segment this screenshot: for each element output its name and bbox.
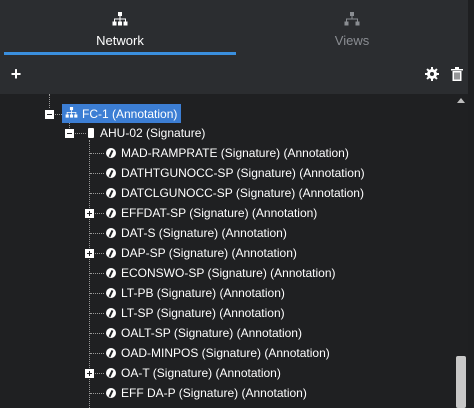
device-icon <box>88 128 94 138</box>
tree-connector <box>90 173 104 174</box>
tree-node-label: EFFDAT-SP (Signature) (Annotation) <box>121 206 318 220</box>
tree-node-label: EFF DA-P (Signature) (Annotation) <box>121 386 307 400</box>
tree-node-label: FC-1 (Annotation) <box>82 106 178 121</box>
tree-connector <box>90 313 104 314</box>
tree-node-label: OA-T (Signature) (Annotation) <box>121 366 281 380</box>
signature-icon <box>106 288 116 298</box>
tree-node-signal[interactable]: LT-SP (Signature) (Annotation) <box>106 303 285 323</box>
collapse-toggle[interactable] <box>65 129 74 138</box>
tree-node-device[interactable]: AHU-02 (Signature) <box>88 123 205 143</box>
tree-node-signal[interactable]: DATCLGUNOCC-SP (Signature) (Annotation) <box>106 183 364 203</box>
tree-node-signal[interactable]: MAD-RAMPRATE (Signature) (Annotation) <box>106 143 349 163</box>
tree-node-signal[interactable]: OAD-MINPOS (Signature) (Annotation) <box>106 343 330 363</box>
tree-connector <box>90 153 104 154</box>
tree-node-label: DAT-S (Signature) (Annotation) <box>121 226 287 240</box>
tree-node-signal[interactable]: OALT-SP (Signature) (Annotation) <box>106 323 302 343</box>
tree-connector <box>90 333 104 334</box>
collapse-toggle[interactable] <box>45 110 54 119</box>
plus-icon[interactable]: + <box>8 65 24 83</box>
tree-node-label: ECONSWO-SP (Signature) (Annotation) <box>121 266 336 280</box>
tree-node-label: DATCLGUNOCC-SP (Signature) (Annotation) <box>121 186 364 200</box>
tree-connector <box>89 140 90 408</box>
signature-icon <box>106 168 116 178</box>
signature-icon <box>106 328 116 338</box>
trash-icon[interactable] <box>449 66 465 82</box>
signature-icon <box>106 208 116 218</box>
tree-node-label: DAP-SP (Signature) (Annotation) <box>121 246 297 260</box>
tree-connector <box>90 293 104 294</box>
tree-node-signal[interactable]: EFFDAT-SP (Signature) (Annotation) <box>106 203 317 223</box>
signature-icon <box>106 348 116 358</box>
signature-icon <box>106 368 116 378</box>
signature-icon <box>106 308 116 318</box>
tree-node-signal[interactable]: ECONSWO-SP (Signature) (Annotation) <box>106 263 336 283</box>
toolbar: + <box>0 56 468 94</box>
tree-node-label: DATHTGUNOCC-SP (Signature) (Annotation) <box>121 166 365 180</box>
signature-icon <box>106 228 116 238</box>
tree-node-label: AHU-02 (Signature) <box>100 126 206 140</box>
tree-node-label: OAD-MINPOS (Signature) (Annotation) <box>121 346 330 360</box>
network-tree: FC-1 (Annotation) AHU-02 (Signature) MAD… <box>0 94 454 408</box>
signature-icon <box>106 388 116 398</box>
signature-icon <box>106 188 116 198</box>
tree-connector <box>90 393 104 394</box>
signature-icon <box>106 248 116 258</box>
tree-node-signal[interactable]: EFF DA-P (Signature) (Annotation) <box>106 383 307 403</box>
expand-toggle[interactable] <box>85 369 94 378</box>
tree-node-signal[interactable]: LT-PB (Signature) (Annotation) <box>106 283 285 303</box>
signature-icon <box>106 148 116 158</box>
tree-connector <box>49 94 50 108</box>
views-icon <box>344 12 360 28</box>
tree-node-signal[interactable]: DAP-SP (Signature) (Annotation) <box>106 243 297 263</box>
tab-network-label: Network <box>96 33 144 48</box>
gear-icon[interactable] <box>424 66 440 82</box>
tree-node-signal[interactable]: DAT-S (Signature) (Annotation) <box>106 223 287 243</box>
tree-connector <box>90 353 104 354</box>
network-icon <box>112 12 128 28</box>
expand-toggle[interactable] <box>85 209 94 218</box>
tree-connector <box>90 193 104 194</box>
tree-node-signal[interactable]: OA-T (Signature) (Annotation) <box>106 363 281 383</box>
tab-network[interactable]: Network <box>4 0 236 56</box>
expand-toggle[interactable] <box>85 249 94 258</box>
tree-node-label: MAD-RAMPRATE (Signature) (Annotation) <box>121 146 349 160</box>
tree-node-label: LT-SP (Signature) (Annotation) <box>121 306 285 320</box>
tree-connector <box>90 273 104 274</box>
panel-border <box>468 0 474 408</box>
active-tab-indicator <box>4 52 236 55</box>
tree-connector <box>90 233 104 234</box>
tree-node-label: LT-PB (Signature) (Annotation) <box>121 286 285 300</box>
tab-bar: Network Views <box>0 0 474 56</box>
signature-icon <box>106 268 116 278</box>
tree-node-root[interactable]: FC-1 (Annotation) <box>62 104 182 123</box>
tab-views-label: Views <box>334 33 370 48</box>
scrollbar-thumb[interactable] <box>456 356 466 408</box>
network-icon <box>65 106 78 121</box>
scroll-up-arrow[interactable] <box>457 98 465 103</box>
tab-views[interactable]: Views <box>236 0 468 56</box>
tree-scrollbar[interactable] <box>454 94 468 408</box>
tree-node-label: OALT-SP (Signature) (Annotation) <box>121 326 302 340</box>
tree-node-signal[interactable]: DATHTGUNOCC-SP (Signature) (Annotation) <box>106 163 365 183</box>
